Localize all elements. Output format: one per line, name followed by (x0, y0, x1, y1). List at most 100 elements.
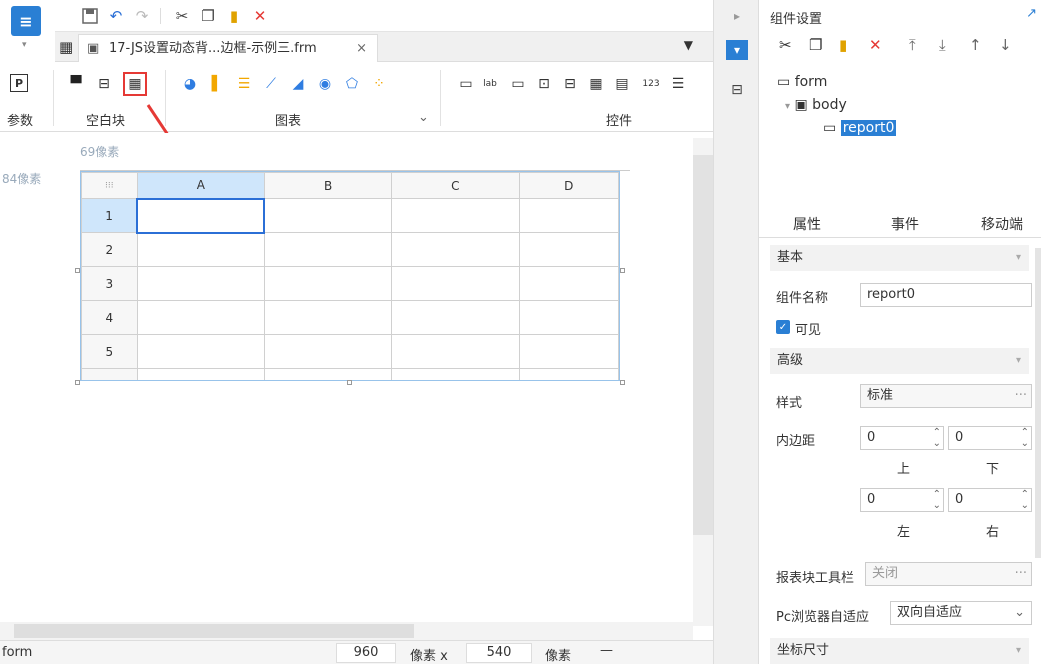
cut-icon[interactable]: ✂ (779, 36, 792, 54)
row-header[interactable]: 2 (81, 232, 138, 267)
chevron-down-icon[interactable]: ▾ (785, 101, 790, 112)
table-cell[interactable] (391, 368, 520, 380)
scatter-chart-icon[interactable]: ⁘ (369, 74, 389, 94)
paste-icon[interactable]: ▮ (223, 6, 245, 26)
tab-mobile[interactable]: 移动端 (981, 214, 1023, 234)
delete-icon[interactable]: ✕ (869, 36, 882, 54)
row-header[interactable]: 5 (81, 334, 138, 369)
stepper-icon[interactable]: ⌃ ⌄ (1021, 489, 1029, 511)
bar-chart-icon[interactable]: ▌ (207, 74, 227, 94)
scrollbar-thumb[interactable] (693, 155, 713, 535)
chevron-down-icon[interactable]: ⌄ (1014, 602, 1025, 624)
padding-right-input[interactable]: 0 ⌃ ⌄ (948, 488, 1032, 512)
redo-icon[interactable]: ↷ (131, 6, 153, 26)
move-up-icon[interactable]: ↑ (969, 36, 982, 54)
blank-block-icon[interactable]: ▀ (66, 74, 86, 94)
pie-chart-icon[interactable]: ◕ (180, 74, 200, 94)
paste-icon[interactable]: ▮ (839, 36, 847, 54)
resize-handle[interactable] (347, 380, 352, 385)
padding-left-input[interactable]: 0 ⌃ ⌄ (860, 488, 944, 512)
more-button[interactable]: ··· (1015, 385, 1027, 407)
resize-handle[interactable] (75, 380, 80, 385)
app-menu[interactable]: ≡ ▾ (0, 0, 55, 60)
canvas-width-input[interactable]: 960 (336, 643, 396, 663)
chevron-down-icon[interactable]: ▾ (1016, 348, 1021, 374)
resize-handle[interactable] (620, 268, 625, 273)
zoom-out-button[interactable]: — (600, 643, 613, 658)
tree-item-form[interactable]: ▭ form (777, 74, 827, 90)
table-cell[interactable] (518, 334, 619, 369)
table-cell[interactable] (263, 334, 393, 369)
row-header[interactable]: 1 (81, 198, 138, 233)
name-input[interactable]: report0 (860, 283, 1032, 307)
row-header[interactable]: 6 (81, 368, 138, 380)
report-block[interactable]: ⁝⁝⁝ A B C D 1 2 3 4 5 6 (80, 171, 620, 381)
table-cell[interactable] (391, 334, 520, 369)
section-advanced[interactable]: 高级 ▾ (770, 348, 1029, 374)
close-tab-icon[interactable]: × (356, 35, 367, 62)
textbox-widget-icon[interactable]: ▭ (508, 74, 528, 94)
column-header[interactable]: D (518, 172, 619, 199)
more-button[interactable]: ··· (1015, 563, 1027, 585)
radar-chart-icon[interactable]: ⬠ (342, 74, 362, 94)
parameter-icon[interactable]: P (10, 74, 28, 92)
date-widget-icon[interactable]: ▦ (586, 74, 606, 94)
toolbar-input[interactable]: 关闭 ··· (865, 562, 1032, 586)
label-widget-icon[interactable]: lab (480, 74, 500, 94)
chevron-down-icon[interactable]: ▾ (1016, 638, 1021, 664)
save-icon[interactable] (79, 6, 101, 26)
corner-cell[interactable]: ⁝⁝⁝ (81, 172, 138, 199)
adapt-select[interactable]: 双向自适应 ⌄ (890, 601, 1032, 625)
style-input[interactable]: 标准 ··· (860, 384, 1032, 408)
checkbox-visible[interactable]: ✓ (776, 320, 790, 334)
scrollbar-thumb[interactable] (14, 624, 414, 638)
horizontal-bar-icon[interactable]: ☰ (234, 74, 254, 94)
table-cell[interactable] (136, 300, 265, 335)
table-cell[interactable] (391, 266, 520, 301)
stepper-icon[interactable]: ⌃ ⌄ (1021, 427, 1029, 449)
table-cell[interactable] (263, 368, 393, 380)
app-logo-icon[interactable]: ≡ (11, 6, 41, 36)
resize-handle[interactable] (75, 268, 80, 273)
table-cell[interactable] (518, 266, 619, 301)
tab-list-icon[interactable]: ▼ (684, 38, 693, 52)
table-cell[interactable] (136, 334, 265, 369)
calendar-widget-icon[interactable]: ▤ (612, 74, 632, 94)
chevron-down-icon[interactable]: ⌄ (418, 110, 429, 125)
tab-properties[interactable]: 属性 (793, 214, 821, 234)
column-header[interactable]: A (136, 172, 265, 199)
undo-icon[interactable]: ↶ (105, 6, 127, 26)
area-chart-icon[interactable]: ◢ (288, 74, 308, 94)
grid-toggle-icon[interactable]: ▦ (59, 38, 73, 56)
table-cell[interactable] (518, 232, 619, 267)
resize-handle[interactable] (620, 380, 625, 385)
line-chart-icon[interactable]: ⟋ (261, 74, 281, 94)
gauge-chart-icon[interactable]: ◉ (315, 74, 335, 94)
chevron-down-icon[interactable]: ▾ (1016, 245, 1021, 271)
layout-icon[interactable]: ⊟ (726, 80, 748, 100)
section-coord[interactable]: 坐标尺寸 ▾ (770, 638, 1029, 664)
canvas-height-input[interactable]: 540 (466, 643, 532, 663)
column-header[interactable]: B (263, 172, 393, 199)
component-settings-icon[interactable]: ▾ (726, 40, 748, 60)
table-cell[interactable] (391, 232, 520, 267)
tab-events[interactable]: 事件 (891, 214, 919, 234)
report-block-icon[interactable]: ▦ (123, 72, 147, 96)
table-cell[interactable] (263, 198, 393, 233)
table-cell[interactable] (263, 300, 393, 335)
table-cell[interactable] (391, 198, 520, 233)
tree-item-report0[interactable]: ▭ report0 (823, 120, 897, 136)
row-header[interactable]: 3 (81, 266, 138, 301)
table-cell[interactable] (136, 368, 265, 380)
padding-bottom-input[interactable]: 0 ⌃ ⌄ (948, 426, 1032, 450)
row-header[interactable]: 4 (81, 300, 138, 335)
table-cell[interactable] (136, 197, 266, 234)
table-cell[interactable] (136, 232, 265, 267)
copy-icon[interactable]: ❐ (197, 6, 219, 26)
button-widget-icon[interactable]: ▭ (456, 74, 476, 94)
collapse-arrow-icon[interactable]: ▸ (726, 6, 748, 26)
table-cell[interactable] (518, 198, 619, 233)
dropdown-widget-icon[interactable]: ⊡ (534, 74, 554, 94)
stepper-icon[interactable]: ⌃ ⌄ (933, 489, 941, 511)
table-cell[interactable] (263, 232, 393, 267)
